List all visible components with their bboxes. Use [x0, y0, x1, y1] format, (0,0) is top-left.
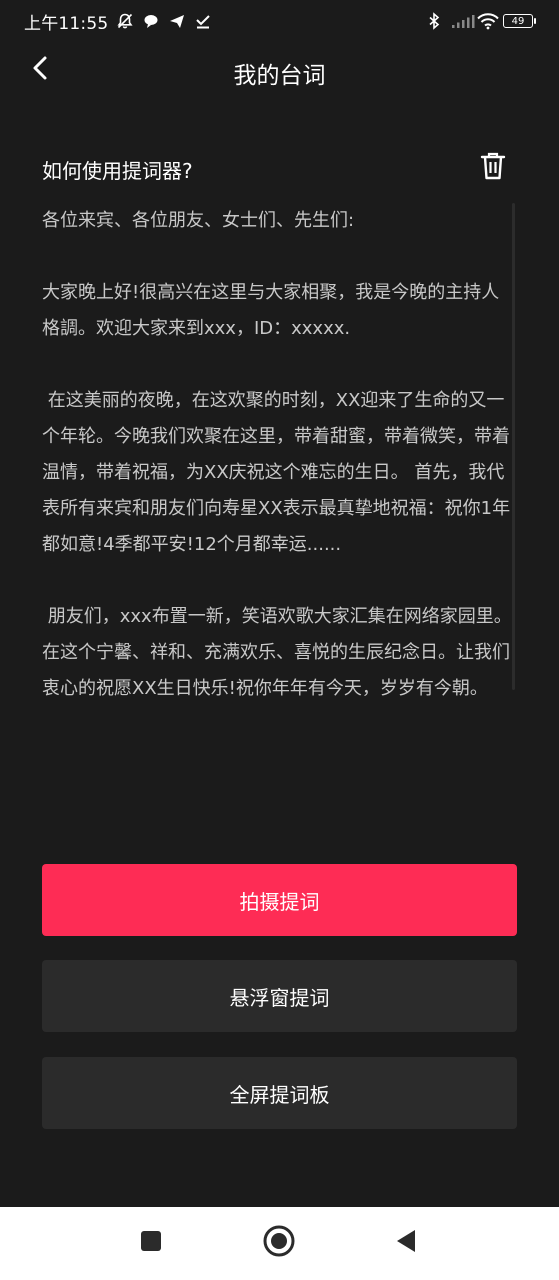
script-text-area[interactable]: 各位来宾、各位朋友、女士们、先生们: 大家晚上好!很高兴在这里与大家相聚，我是今… — [42, 203, 518, 768]
square-icon — [139, 1229, 163, 1257]
system-nav-bar — [0, 1207, 559, 1280]
scrollbar[interactable] — [512, 203, 515, 690]
muted-bell-icon — [116, 12, 134, 30]
page-title: 我的台词 — [233, 63, 326, 89]
battery-level: 49 — [511, 15, 525, 27]
download-done-icon — [194, 12, 212, 30]
shoot-prompter-button[interactable]: 拍摄提词 — [42, 864, 517, 936]
circle-icon — [262, 1224, 296, 1262]
system-back-button[interactable] — [386, 1223, 426, 1263]
status-bar: 上午11:55 49 — [0, 0, 559, 42]
chat-bubble-icon — [142, 12, 160, 30]
triangle-icon — [394, 1228, 418, 1258]
recent-apps-button[interactable] — [131, 1223, 171, 1263]
status-time: 上午11:55 — [24, 13, 109, 34]
battery-icon: 49 — [503, 14, 536, 28]
home-button[interactable] — [259, 1223, 299, 1263]
fullscreen-prompter-button[interactable]: 全屏提词板 — [42, 1057, 517, 1129]
header: 我的台词 — [0, 42, 559, 100]
floating-window-prompter-button[interactable]: 悬浮窗提词 — [42, 960, 517, 1032]
send-icon — [168, 12, 186, 30]
wifi-icon — [477, 12, 499, 30]
trash-icon — [479, 151, 507, 185]
status-right: 49 — [425, 12, 536, 30]
delete-button[interactable] — [476, 150, 510, 186]
status-left: 上午11:55 — [24, 9, 212, 34]
script-text: 各位来宾、各位朋友、女士们、先生们: 大家晚上好!很高兴在这里与大家相聚，我是今… — [42, 210, 512, 699]
script-heading[interactable]: 如何使用提词器? — [42, 155, 193, 184]
signal-icon — [451, 12, 475, 30]
bluetooth-icon — [425, 12, 443, 30]
